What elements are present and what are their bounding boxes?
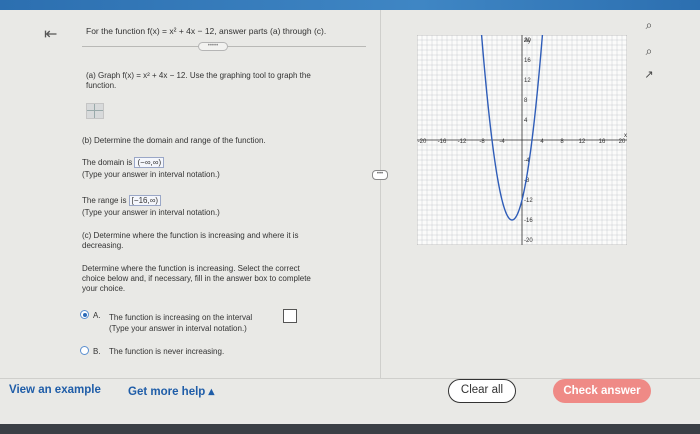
part-a-text: (a) Graph f(x) = x² + 4x − 12. Use the g… bbox=[86, 71, 311, 80]
x-tick-label: 20 bbox=[619, 139, 626, 145]
x-tick-label: -4 bbox=[499, 139, 505, 145]
graphing-tool-icon[interactable] bbox=[86, 103, 104, 119]
get-more-help-link[interactable]: Get more help ▴ bbox=[128, 384, 214, 398]
domain-hint: (Type your answer in interval notation.) bbox=[82, 170, 220, 179]
option-a-text: The function is increasing on the interv… bbox=[109, 313, 253, 322]
y-tick-label: 16 bbox=[524, 58, 531, 64]
x-tick-label: -8 bbox=[479, 139, 485, 145]
x-tick-label: -16 bbox=[438, 139, 447, 145]
option-b-radio[interactable] bbox=[80, 346, 89, 355]
expand-dots-button[interactable]: ••••• bbox=[198, 42, 228, 51]
range-prefix: The range is bbox=[82, 196, 127, 205]
x-tick-label: -20 bbox=[418, 139, 427, 145]
range-hint: (Type your answer in interval notation.) bbox=[82, 208, 220, 217]
part-b-heading: (b) Determine the domain and range of th… bbox=[82, 136, 266, 145]
zoom-in-icon[interactable]: ⌕ bbox=[642, 18, 656, 32]
zoom-out-icon[interactable]: ⌕ bbox=[642, 44, 656, 58]
part-a-text-2: function. bbox=[86, 81, 117, 90]
part-c-heading-2: decreasing. bbox=[82, 241, 124, 250]
range-answer-field[interactable]: [−16,∞) bbox=[128, 195, 162, 206]
x-axis-label: x bbox=[624, 133, 627, 139]
x-tick-label: -12 bbox=[458, 139, 467, 145]
clear-all-button[interactable]: Clear all bbox=[448, 379, 516, 403]
option-a-radio[interactable] bbox=[80, 310, 89, 319]
x-tick-label: 16 bbox=[599, 139, 606, 145]
question-title: For the function f(x) = x² + 4x − 12, an… bbox=[86, 26, 327, 36]
option-b-letter: B. bbox=[93, 347, 101, 356]
domain-line: The domain is (−∞,∞) bbox=[82, 157, 165, 168]
x-tick-label: 12 bbox=[579, 139, 586, 145]
panel-resize-handle[interactable]: ••• bbox=[372, 170, 388, 180]
function-graph[interactable]: -20 -16 -12 -8 -4 4 8 12 16 2020161284-4-8-12-16-… bbox=[417, 35, 627, 245]
range-line: The range is [−16,∞) bbox=[82, 195, 162, 206]
option-a-letter: A. bbox=[93, 311, 101, 320]
part-c-instructions-3: your choice. bbox=[82, 284, 126, 293]
part-c-instructions: Determine where the function is increasi… bbox=[82, 264, 300, 273]
part-c-instructions-2: choice below and, if necessary, fill in … bbox=[82, 274, 311, 283]
option-a-hint: (Type your answer in interval notation.) bbox=[109, 324, 247, 333]
external-link-icon[interactable]: ↗ bbox=[642, 68, 656, 82]
part-c-heading: (c) Determine where the function is incr… bbox=[82, 231, 299, 240]
top-banner bbox=[0, 0, 700, 10]
view-example-link[interactable]: View an example bbox=[9, 384, 101, 396]
y-tick-label: -16 bbox=[524, 218, 533, 224]
y-axis-label: Ay bbox=[524, 38, 531, 44]
y-tick-label: -12 bbox=[524, 198, 533, 204]
domain-prefix: The domain is bbox=[82, 158, 133, 167]
y-tick-label: 12 bbox=[524, 78, 531, 84]
increasing-interval-input[interactable] bbox=[283, 309, 297, 323]
domain-answer-field[interactable]: (−∞,∞) bbox=[134, 157, 165, 168]
option-b-text: The function is never increasing. bbox=[109, 347, 225, 356]
check-answer-button[interactable]: Check answer bbox=[553, 379, 651, 403]
panel-divider bbox=[380, 10, 381, 378]
collapse-back-icon[interactable]: ⇤ bbox=[44, 27, 66, 43]
y-tick-label: -20 bbox=[524, 238, 533, 244]
